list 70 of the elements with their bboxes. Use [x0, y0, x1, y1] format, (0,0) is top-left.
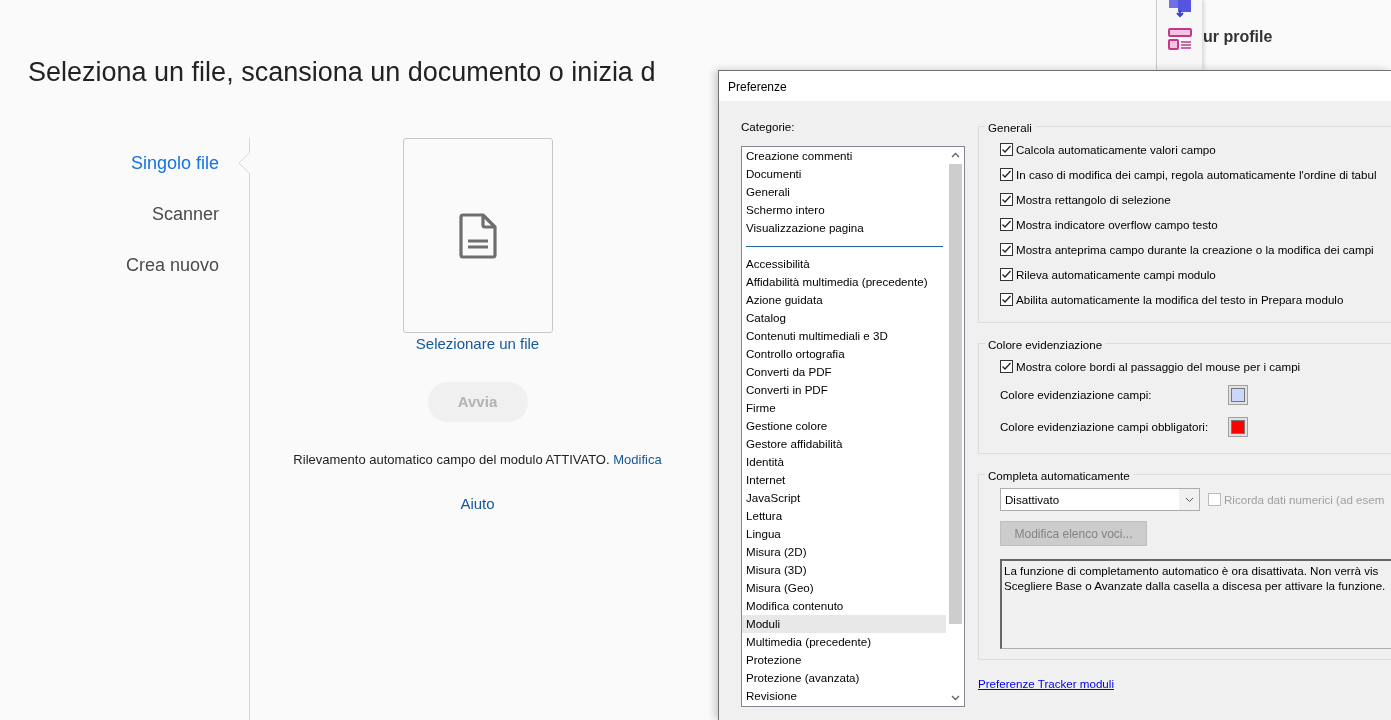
- categories-label: Categorie:: [741, 119, 796, 135]
- description-text: La funzione di completamento automatico è ora disattivata. Non verrà vis: [1004, 563, 1380, 578]
- form-icon[interactable]: [1167, 28, 1192, 50]
- category-item[interactable]: Misura (Geo): [742, 579, 946, 598]
- select-file-link[interactable]: Selezionare un file: [415, 333, 540, 356]
- category-item[interactable]: Protezione (avanzata): [742, 669, 946, 688]
- help-link[interactable]: Aiuto: [460, 493, 495, 516]
- checkbox[interactable]: [1000, 360, 1013, 373]
- page-heading: Seleziona un file, scansiona un documento o inizia d: [28, 56, 656, 89]
- category-item[interactable]: Modifica contenuto: [742, 597, 946, 616]
- category-item[interactable]: Gestore affidabilità: [742, 435, 946, 454]
- checkbox[interactable]: [1000, 243, 1013, 256]
- category-item[interactable]: Documenti: [742, 165, 946, 184]
- document-icon: [458, 212, 497, 259]
- category-item[interactable]: Azione guidata: [742, 291, 946, 310]
- checkbox-label: Mostra colore bordi al passaggio del mouse per i campi: [1016, 358, 1301, 375]
- category-item[interactable]: Identità: [742, 453, 946, 472]
- category-item[interactable]: Affidabilità multimedia (precedente): [742, 273, 946, 292]
- checkbox[interactable]: [1000, 143, 1013, 156]
- checkbox[interactable]: [1000, 293, 1013, 306]
- category-item[interactable]: Gestione colore: [742, 417, 946, 436]
- chevron-down-icon: [1184, 496, 1194, 503]
- checkbox[interactable]: [1000, 193, 1013, 206]
- profile-label: ur profile: [1203, 27, 1273, 47]
- category-item[interactable]: Visualizzazione pagina: [742, 219, 946, 238]
- status-text: Rilevamento automatico campo del modulo ATTIVATO.: [293, 451, 610, 467]
- tracker-preferences-link[interactable]: Preferenze Tracker moduli: [978, 675, 1114, 693]
- checkbox[interactable]: [1000, 168, 1013, 181]
- category-item[interactable]: Contenuti multimediali e 3D: [742, 327, 946, 346]
- checkbox[interactable]: [1000, 218, 1013, 231]
- checkbox-label: Mostra rettangolo di selezione: [1016, 191, 1171, 208]
- category-item[interactable]: Protezione: [742, 651, 946, 670]
- category-item[interactable]: Misura (2D): [742, 543, 946, 562]
- category-item[interactable]: Converti in PDF: [742, 381, 946, 400]
- category-item[interactable]: Revisione: [742, 687, 946, 706]
- category-item[interactable]: Internet: [742, 471, 946, 490]
- nav-tab[interactable]: Singolo file: [0, 150, 249, 202]
- checkbox-label: Abilita automaticamente la modifica del testo in Prepara modulo: [1016, 291, 1344, 308]
- category-item[interactable]: Catalog: [742, 309, 946, 328]
- color-swatch[interactable]: [1228, 417, 1248, 437]
- category-item[interactable]: Schermo intero: [742, 201, 946, 220]
- category-item[interactable]: Generali: [742, 183, 946, 202]
- category-item[interactable]: Moduli: [742, 615, 946, 634]
- category-item[interactable]: Firme: [742, 399, 946, 418]
- color-label: Colore evidenziazione campi:: [1000, 387, 1153, 404]
- category-item[interactable]: Controllo ortografia: [742, 345, 946, 364]
- category-item[interactable]: Multimedia (precedente): [742, 633, 946, 652]
- category-item[interactable]: Misura (3D): [742, 561, 946, 580]
- checkbox-label: Calcola automaticamente valori campo: [1016, 141, 1216, 158]
- autocomplete-dropdown[interactable]: Disattivato: [1000, 488, 1200, 511]
- dialog-title: Preferenze: [719, 71, 1391, 101]
- convert-icon[interactable]: [1167, 0, 1192, 18]
- nav-tab[interactable]: Crea nuovo: [0, 252, 249, 304]
- color-swatch[interactable]: [1228, 385, 1248, 405]
- color-label: Colore evidenziazione campi obbligatori:: [1000, 419, 1210, 436]
- category-item[interactable]: Lettura: [742, 507, 946, 526]
- checkbox-label: Rileva automaticamente campi modulo: [1016, 266, 1216, 283]
- modify-link[interactable]: Modifica: [613, 451, 662, 467]
- checkbox-label: In caso di modifica dei campi, regola automaticamente l'ordine di tabul: [1016, 166, 1377, 183]
- checkbox-label: Ricorda dati numerici (ad esem: [1224, 491, 1385, 508]
- checkbox-label: Mostra anteprima campo durante la creazione o la modifica dei campi: [1016, 241, 1374, 258]
- checkbox[interactable]: [1000, 268, 1013, 281]
- nav-tab[interactable]: Scanner: [0, 201, 249, 253]
- category-item[interactable]: Creazione commenti: [742, 147, 946, 166]
- description-text: Scegliere Base o Avanzate dalla casella a discesa per attivare la funzione.: [1004, 578, 1387, 593]
- checkbox-label: Mostra indicatore overflow campo testo: [1016, 216, 1218, 233]
- category-item[interactable]: Lingua: [742, 525, 946, 544]
- category-item[interactable]: Converti da PDF: [742, 363, 946, 382]
- category-item[interactable]: Accessibilità: [742, 255, 946, 274]
- category-item[interactable]: JavaScript: [742, 489, 946, 508]
